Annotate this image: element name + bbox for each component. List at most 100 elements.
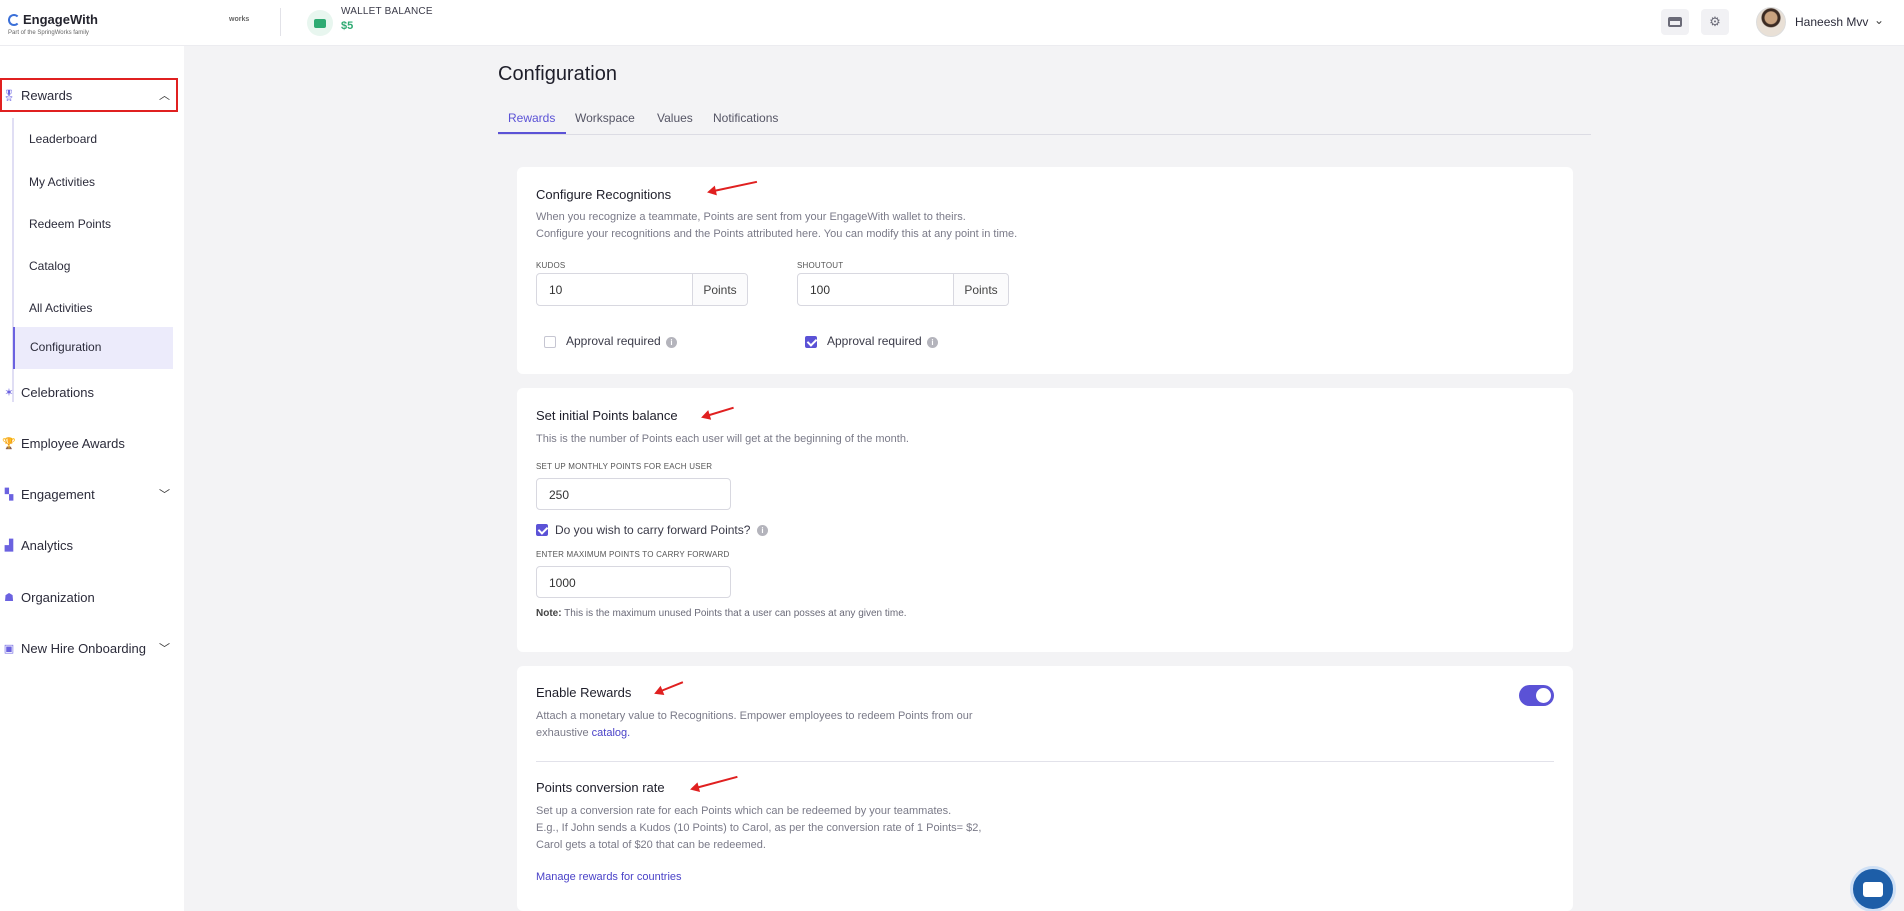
enable-rewards-toggle[interactable] (1519, 685, 1554, 706)
sidebar-item-celebrations[interactable]: ✶ Celebrations (0, 375, 184, 409)
max-carry-forward-input[interactable]: 1000 (536, 566, 731, 598)
shoutout-label: SHOUTOUT (797, 261, 844, 270)
note-body: This is the maximum unused Points that a… (564, 608, 907, 619)
note-prefix: Note: (536, 608, 562, 619)
sidebar-item-employee-awards[interactable]: 🏆 Employee Awards (0, 426, 184, 460)
section-description: Configure your recognitions and the Poin… (536, 228, 1018, 240)
card-icon (1668, 17, 1682, 27)
sidebar-item-my-activities[interactable]: My Activities (29, 175, 95, 189)
chat-icon (1863, 881, 1883, 897)
carry-forward-checkbox[interactable] (536, 524, 548, 536)
shoutout-value[interactable]: 100 (798, 274, 953, 305)
initial-points-card: Set initial Points balance This is the n… (517, 388, 1573, 652)
settings-button[interactable]: ⚙ (1701, 9, 1729, 35)
sidebar-item-label: Rewards (21, 87, 73, 103)
section-title: Points conversion rate (536, 780, 665, 795)
gear-icon: ⚙ (1709, 14, 1721, 29)
section-title: Configure Recognitions (536, 187, 672, 202)
onboarding-icon: ▣ (3, 642, 15, 655)
sidebar-item-rewards[interactable]: 🎖 Rewards ︿ (0, 78, 184, 112)
kudos-points-input[interactable]: 10 Points (536, 273, 748, 306)
billing-button[interactable] (1661, 9, 1689, 35)
shoutout-approval-label: Approval required (827, 334, 922, 348)
section-title: Enable Rewards (536, 685, 632, 700)
divider (536, 761, 1554, 762)
carry-forward-label: Do you wish to carry forward Points? (555, 523, 751, 537)
top-bar: EngageWith Part of the SpringWorks famil… (0, 0, 1904, 46)
monthly-points-label: SET UP MONTHLY POINTS FOR EACH USER (536, 462, 713, 471)
wallet-balance: $5 (341, 20, 354, 32)
sidebar-item-new-hire-onboarding[interactable]: ▣ New Hire Onboarding ﹀ (0, 631, 184, 665)
section-description: When you recognize a teammate, Points ar… (536, 211, 966, 223)
avatar[interactable] (1756, 7, 1786, 37)
logo-text: EngageWith (23, 12, 98, 27)
section-description: Attach a monetary value to Recognitions.… (536, 710, 973, 722)
sidebar-item-leaderboard[interactable]: Leaderboard (29, 132, 97, 146)
wallet-icon (307, 10, 333, 36)
sidebar: 🎖 Rewards ︿ Leaderboard My Activities Re… (0, 46, 184, 911)
chevron-down-icon: ﹀ (159, 643, 170, 655)
kudos-label: KUDOS (536, 261, 566, 270)
springworks-logo: works (229, 16, 250, 23)
section-title: Set initial Points balance (536, 408, 678, 423)
chevron-up-icon: ︿ (159, 90, 170, 102)
active-tab-indicator (498, 132, 566, 134)
sidebar-item-label: Organization (21, 589, 95, 605)
info-icon[interactable]: i (757, 525, 768, 536)
chat-support-button[interactable] (1850, 866, 1896, 911)
kudos-value[interactable]: 10 (537, 274, 692, 305)
conversion-line: Carol gets a total of $20 that can be re… (536, 839, 766, 851)
chevron-down-icon[interactable]: ⌄ (1874, 13, 1884, 27)
chevron-down-icon: ﹀ (159, 489, 170, 501)
enable-rewards-card: Enable Rewards Attach a monetary value t… (517, 666, 1573, 911)
logo-icon (8, 13, 20, 26)
points-addon: Points (692, 274, 747, 305)
sidebar-item-label: New Hire Onboarding (21, 640, 147, 656)
info-icon[interactable]: i (666, 337, 677, 348)
tab-bar: Rewards Workspace Values Notifications (498, 108, 1591, 135)
engagewith-logo[interactable]: EngageWith Part of the SpringWorks famil… (8, 12, 98, 36)
section-description-line2: exhaustive catalog. (536, 725, 630, 742)
sidebar-item-label: Employee Awards (21, 435, 125, 451)
kudos-approval-label: Approval required (566, 334, 661, 348)
manage-rewards-link[interactable]: Manage rewards for countries (536, 871, 682, 883)
max-carry-forward-label: ENTER MAXIMUM POINTS TO CARRY FORWARD (536, 550, 730, 559)
party-icon: ✶ (4, 386, 14, 399)
page-title: Configuration (498, 63, 617, 85)
sidebar-item-configuration[interactable]: Configuration (30, 340, 101, 354)
sidebar-item-label: Analytics (21, 537, 74, 553)
sidebar-item-engagement[interactable]: ▚ Engagement ﹀ (0, 477, 184, 511)
sidebar-item-all-activities[interactable]: All Activities (29, 301, 92, 315)
section-description: This is the number of Points each user w… (536, 433, 909, 445)
engagement-icon: ▚ (4, 488, 14, 501)
conversion-line: E.g., If John sends a Kudos (10 Points) … (536, 822, 982, 834)
note-text: Note: This is the maximum unused Points … (536, 608, 907, 619)
configure-recognitions-card: Configure Recognitions When you recogniz… (517, 167, 1573, 374)
tab-rewards[interactable]: Rewards (508, 111, 555, 125)
shoutout-points-input[interactable]: 100 Points (797, 273, 1009, 306)
monthly-points-input[interactable]: 250 (536, 478, 731, 510)
sidebar-item-analytics[interactable]: ▟ Analytics (0, 528, 184, 562)
kudos-approval-checkbox[interactable] (544, 336, 556, 348)
tab-values[interactable]: Values (657, 111, 693, 125)
tab-notifications[interactable]: Notifications (713, 111, 778, 125)
wallet-label: WALLET BALANCE (341, 6, 433, 17)
catalog-link[interactable]: catalog. (592, 727, 631, 739)
points-addon: Points (953, 274, 1008, 305)
sidebar-item-catalog[interactable]: Catalog (29, 259, 70, 273)
sidebar-item-redeem-points[interactable]: Redeem Points (29, 217, 111, 231)
sidebar-item-label: Engagement (21, 486, 95, 502)
description-prefix: exhaustive (536, 727, 589, 739)
conversion-line: Set up a conversion rate for each Points… (536, 805, 952, 817)
logo-tagline: Part of the SpringWorks family (8, 30, 89, 36)
shoutout-approval-checkbox[interactable] (805, 336, 817, 348)
sidebar-item-organization[interactable]: ☗ Organization (0, 580, 184, 614)
info-icon[interactable]: i (927, 337, 938, 348)
sidebar-item-label: Celebrations (21, 384, 94, 400)
trophy-icon: 🏆 (2, 437, 16, 450)
organization-icon: ☗ (4, 591, 14, 604)
divider (280, 8, 281, 36)
tab-workspace[interactable]: Workspace (575, 111, 635, 125)
user-name[interactable]: Haneesh Mvv (1795, 15, 1868, 29)
medal-icon: 🎖 (2, 89, 16, 102)
